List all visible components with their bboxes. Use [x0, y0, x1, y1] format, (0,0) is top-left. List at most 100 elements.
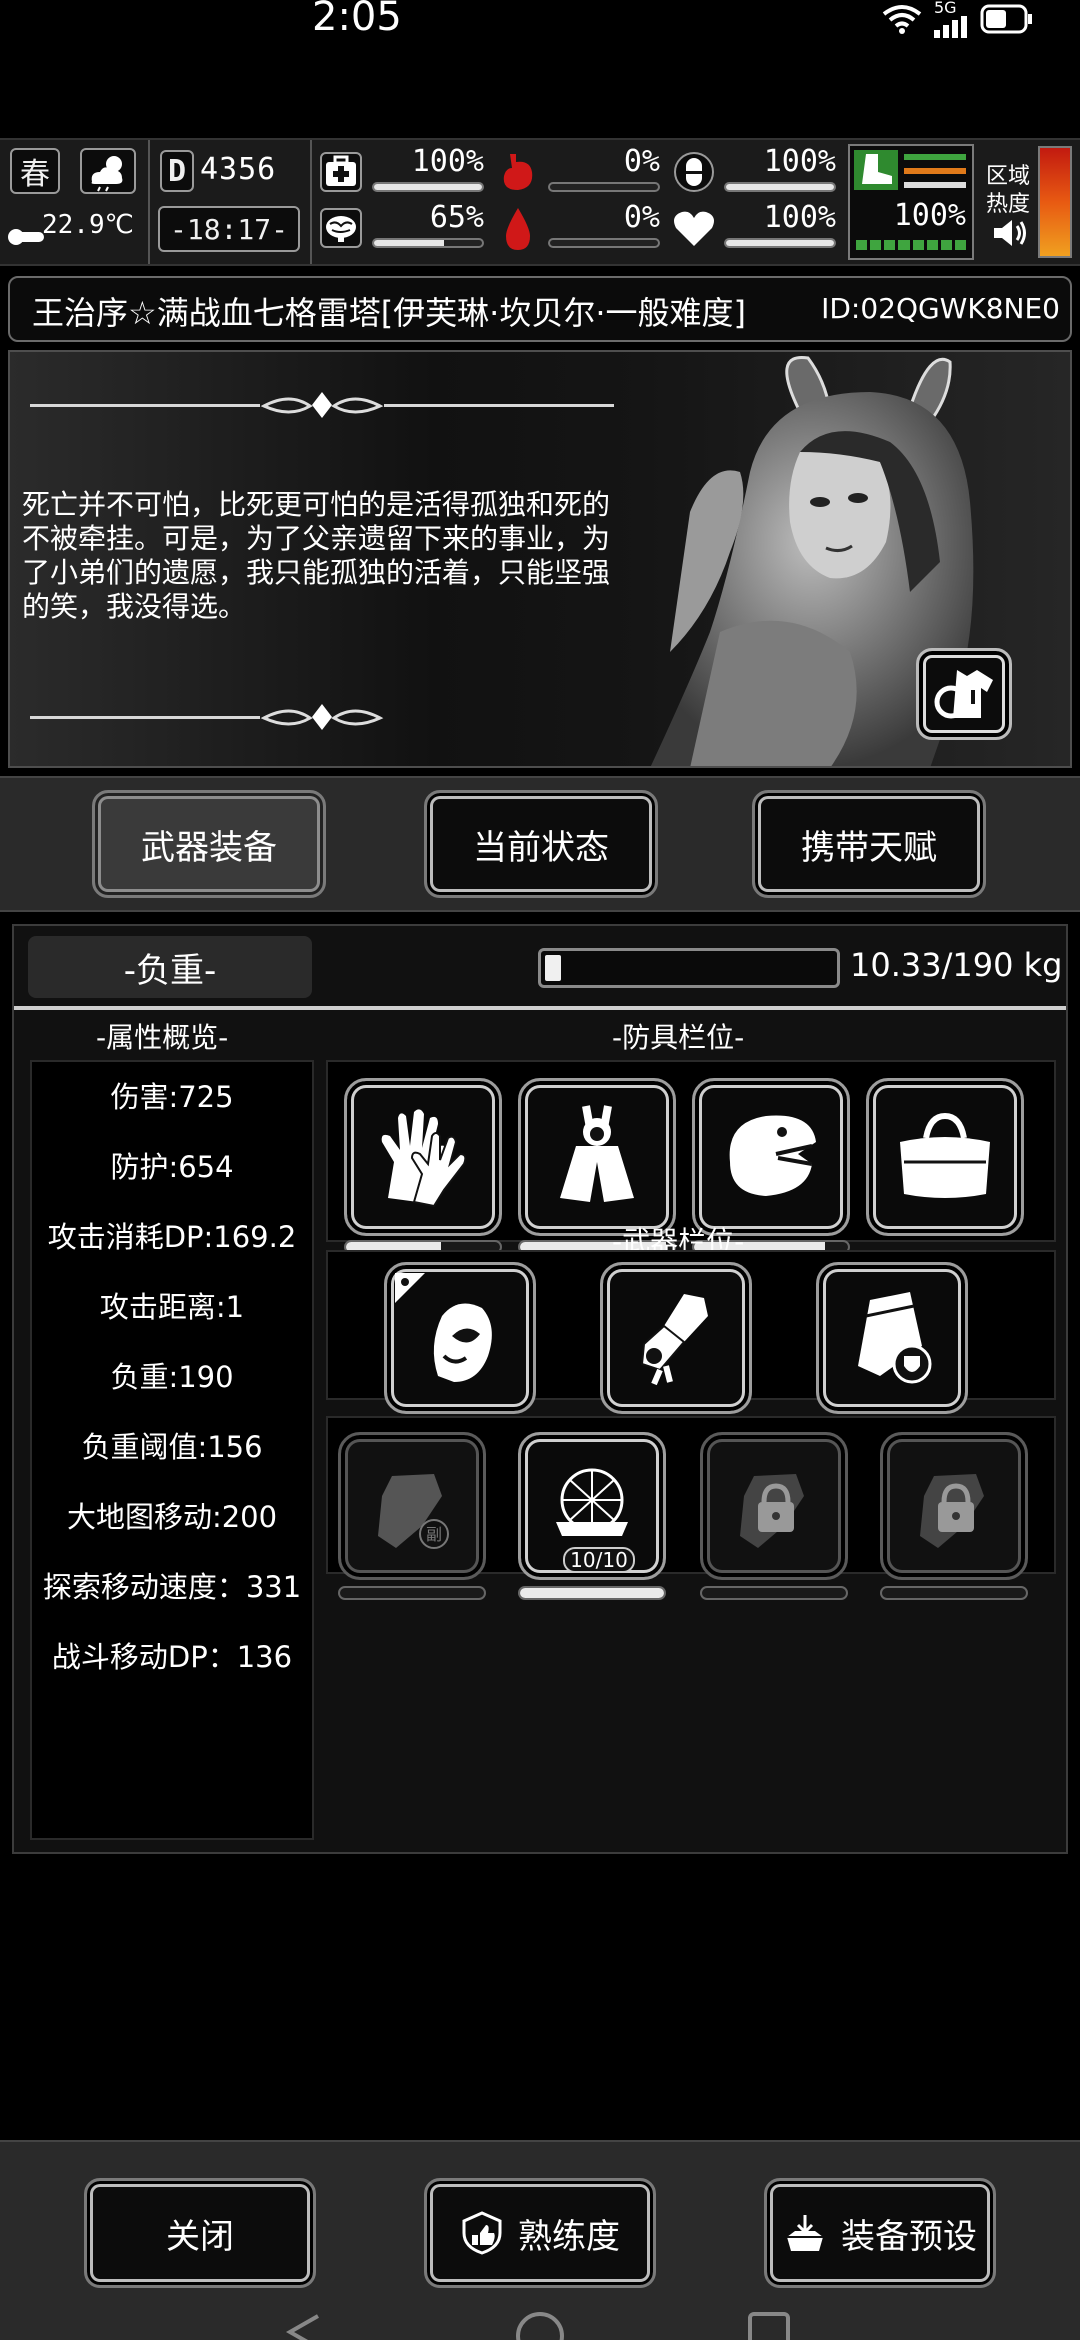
- equipment-preset-button[interactable]: 装备预设: [764, 2178, 996, 2288]
- tab-weapons[interactable]: 武器装备: [92, 790, 326, 898]
- paw-badge-icon: [395, 1273, 425, 1303]
- blood-bar: [548, 238, 660, 248]
- heart-bar: [724, 238, 836, 248]
- stamina-panel: 100%: [848, 144, 974, 260]
- gear-gauntlet-icon: [640, 1294, 708, 1386]
- medkit-icon: [320, 152, 362, 192]
- proficiency-icon: [462, 2211, 502, 2255]
- tab-current-status[interactable]: 当前状态: [424, 790, 658, 898]
- stat-attack-range: 攻击距离:1: [99, 1290, 245, 1324]
- close-label: 关闭: [166, 2216, 234, 2257]
- locked-slot-2[interactable]: [880, 1432, 1028, 1580]
- stat-combat-move-dp: 战斗移动DP：136: [51, 1640, 293, 1674]
- network-type: 5G: [934, 0, 957, 17]
- stamina-line: [904, 182, 966, 188]
- game-time-value: -18:17-: [169, 212, 288, 246]
- heart-percent: 100%: [763, 200, 836, 235]
- bunny-hood-coat-icon: [560, 1105, 634, 1202]
- temperature-value: 22.9℃: [42, 210, 134, 240]
- stamina-line: [904, 168, 966, 174]
- stat-capacity-threshold: 负重阈值:156: [81, 1430, 263, 1464]
- bottom-action-bar: 关闭 熟练度 装备预设: [0, 2140, 1080, 2340]
- hud-divider: [148, 140, 150, 264]
- sanity-percent: 65%: [429, 200, 484, 235]
- system-icons: 5G: [882, 0, 1034, 38]
- stomach-bar: [548, 182, 660, 192]
- heat-gauge: [1038, 146, 1072, 258]
- hud-divider: [310, 140, 312, 264]
- hud-bar: 春 22.9℃ D 4356 -18:17- 100% 65% 0% 0% 10…: [0, 138, 1080, 266]
- signal-icon: 5G: [934, 0, 968, 38]
- brain-icon: [320, 208, 362, 248]
- stat-capacity: 负重:190: [110, 1360, 234, 1394]
- stats-heading: -属性概览-: [96, 1021, 229, 1054]
- shirt-swap-icon: [934, 670, 993, 719]
- capsule-bar: [724, 182, 836, 192]
- nav-back-icon[interactable]: [280, 2312, 330, 2340]
- offhand-badge: 副: [426, 1525, 442, 1544]
- proficiency-label: 熟练度: [518, 2216, 620, 2257]
- stat-attack-dp: 攻击消耗DP:169.2: [47, 1220, 297, 1254]
- nav-recents-icon[interactable]: [746, 2310, 792, 2340]
- tab-talents[interactable]: 携带天赋: [752, 790, 986, 898]
- net-icon: [556, 1468, 628, 1536]
- weapon-slot-3[interactable]: [816, 1262, 968, 1414]
- armor-slot-gloves[interactable]: [344, 1078, 502, 1236]
- day-badge: D: [160, 150, 194, 192]
- sound-icon[interactable]: [990, 216, 1030, 250]
- divider: [14, 1006, 1066, 1010]
- ornament-line: [384, 404, 614, 407]
- close-button[interactable]: 关闭: [84, 2178, 316, 2288]
- health-percent: 100%: [411, 144, 484, 179]
- shield-pack-icon: [858, 1292, 932, 1384]
- day-number: 4356: [200, 152, 277, 187]
- lock-icon: [920, 1474, 984, 1548]
- armor-heading: -防具栏位-: [612, 1021, 745, 1054]
- net-slot[interactable]: 10/10: [518, 1432, 666, 1580]
- lock-icon: [740, 1474, 804, 1548]
- stamina-segments: [856, 240, 966, 250]
- stat-damage: 伤害:725: [110, 1080, 234, 1114]
- change-outfit-button[interactable]: [916, 648, 1012, 740]
- nav-home-icon[interactable]: [514, 2310, 566, 2340]
- weapon-slots: [326, 1250, 1056, 1432]
- ornament-icon: [260, 392, 384, 418]
- heart-bar-fill: [726, 240, 834, 246]
- weapon-slot-2[interactable]: [600, 1262, 752, 1414]
- heart-icon: [674, 211, 714, 246]
- weapon-slot-1[interactable]: [384, 1262, 536, 1414]
- net-count: 10/10: [563, 1547, 635, 1573]
- offhand-bar: [338, 1586, 486, 1600]
- duffel-bag-icon: [900, 1112, 990, 1198]
- offhand-slot[interactable]: 副: [338, 1432, 486, 1580]
- stamina-percent: 100%: [893, 198, 966, 233]
- ornament-line: [30, 716, 260, 719]
- proficiency-button[interactable]: 熟练度: [424, 2178, 656, 2288]
- armor-slot-head[interactable]: [692, 1078, 850, 1236]
- armor-slot-coat[interactable]: [518, 1078, 676, 1236]
- game-time: -18:17-: [158, 206, 300, 252]
- stats-list: 伤害:725 防护:654 攻击消耗DP:169.2 攻击距离:1 负重:190…: [30, 1060, 314, 1840]
- load-value: 10.33/190 kg: [850, 946, 1063, 984]
- stomach-percent: 0%: [623, 144, 660, 179]
- net-bar-fill: [520, 1588, 664, 1598]
- temperature-box: 22.9℃: [8, 202, 136, 256]
- ornament-icon: [260, 704, 384, 730]
- stat-map-movement: 大地图移动:200: [66, 1500, 278, 1534]
- load-label: -负重-: [28, 936, 312, 998]
- locked-bar: [880, 1586, 1028, 1600]
- equipment-panel: -负重- 10.33/190 kg -属性概览- -防具栏位- 伤害:725 防…: [12, 924, 1068, 1854]
- character-portrait-panel: 死亡并不可怕，比死更可怕的是活得孤独和死的不被牵挂。可是，为了父亲遗留下来的事业…: [8, 350, 1072, 768]
- capsule-bar-fill: [726, 184, 834, 190]
- health-bar: [372, 182, 484, 192]
- stomach-icon: [503, 154, 533, 190]
- armor-slot-bag[interactable]: [866, 1078, 1024, 1236]
- blood-percent: 0%: [623, 200, 660, 235]
- locked-slot-1[interactable]: [700, 1432, 848, 1580]
- day-label: D: [167, 153, 187, 189]
- health-bar-fill: [374, 184, 482, 190]
- preset-box-icon: [787, 2215, 823, 2251]
- dinosaur-head-icon: [729, 1115, 816, 1196]
- stat-explore-speed: 探索移动速度：331: [42, 1570, 302, 1604]
- extra-slots: 副 10/10: [326, 1416, 1056, 1600]
